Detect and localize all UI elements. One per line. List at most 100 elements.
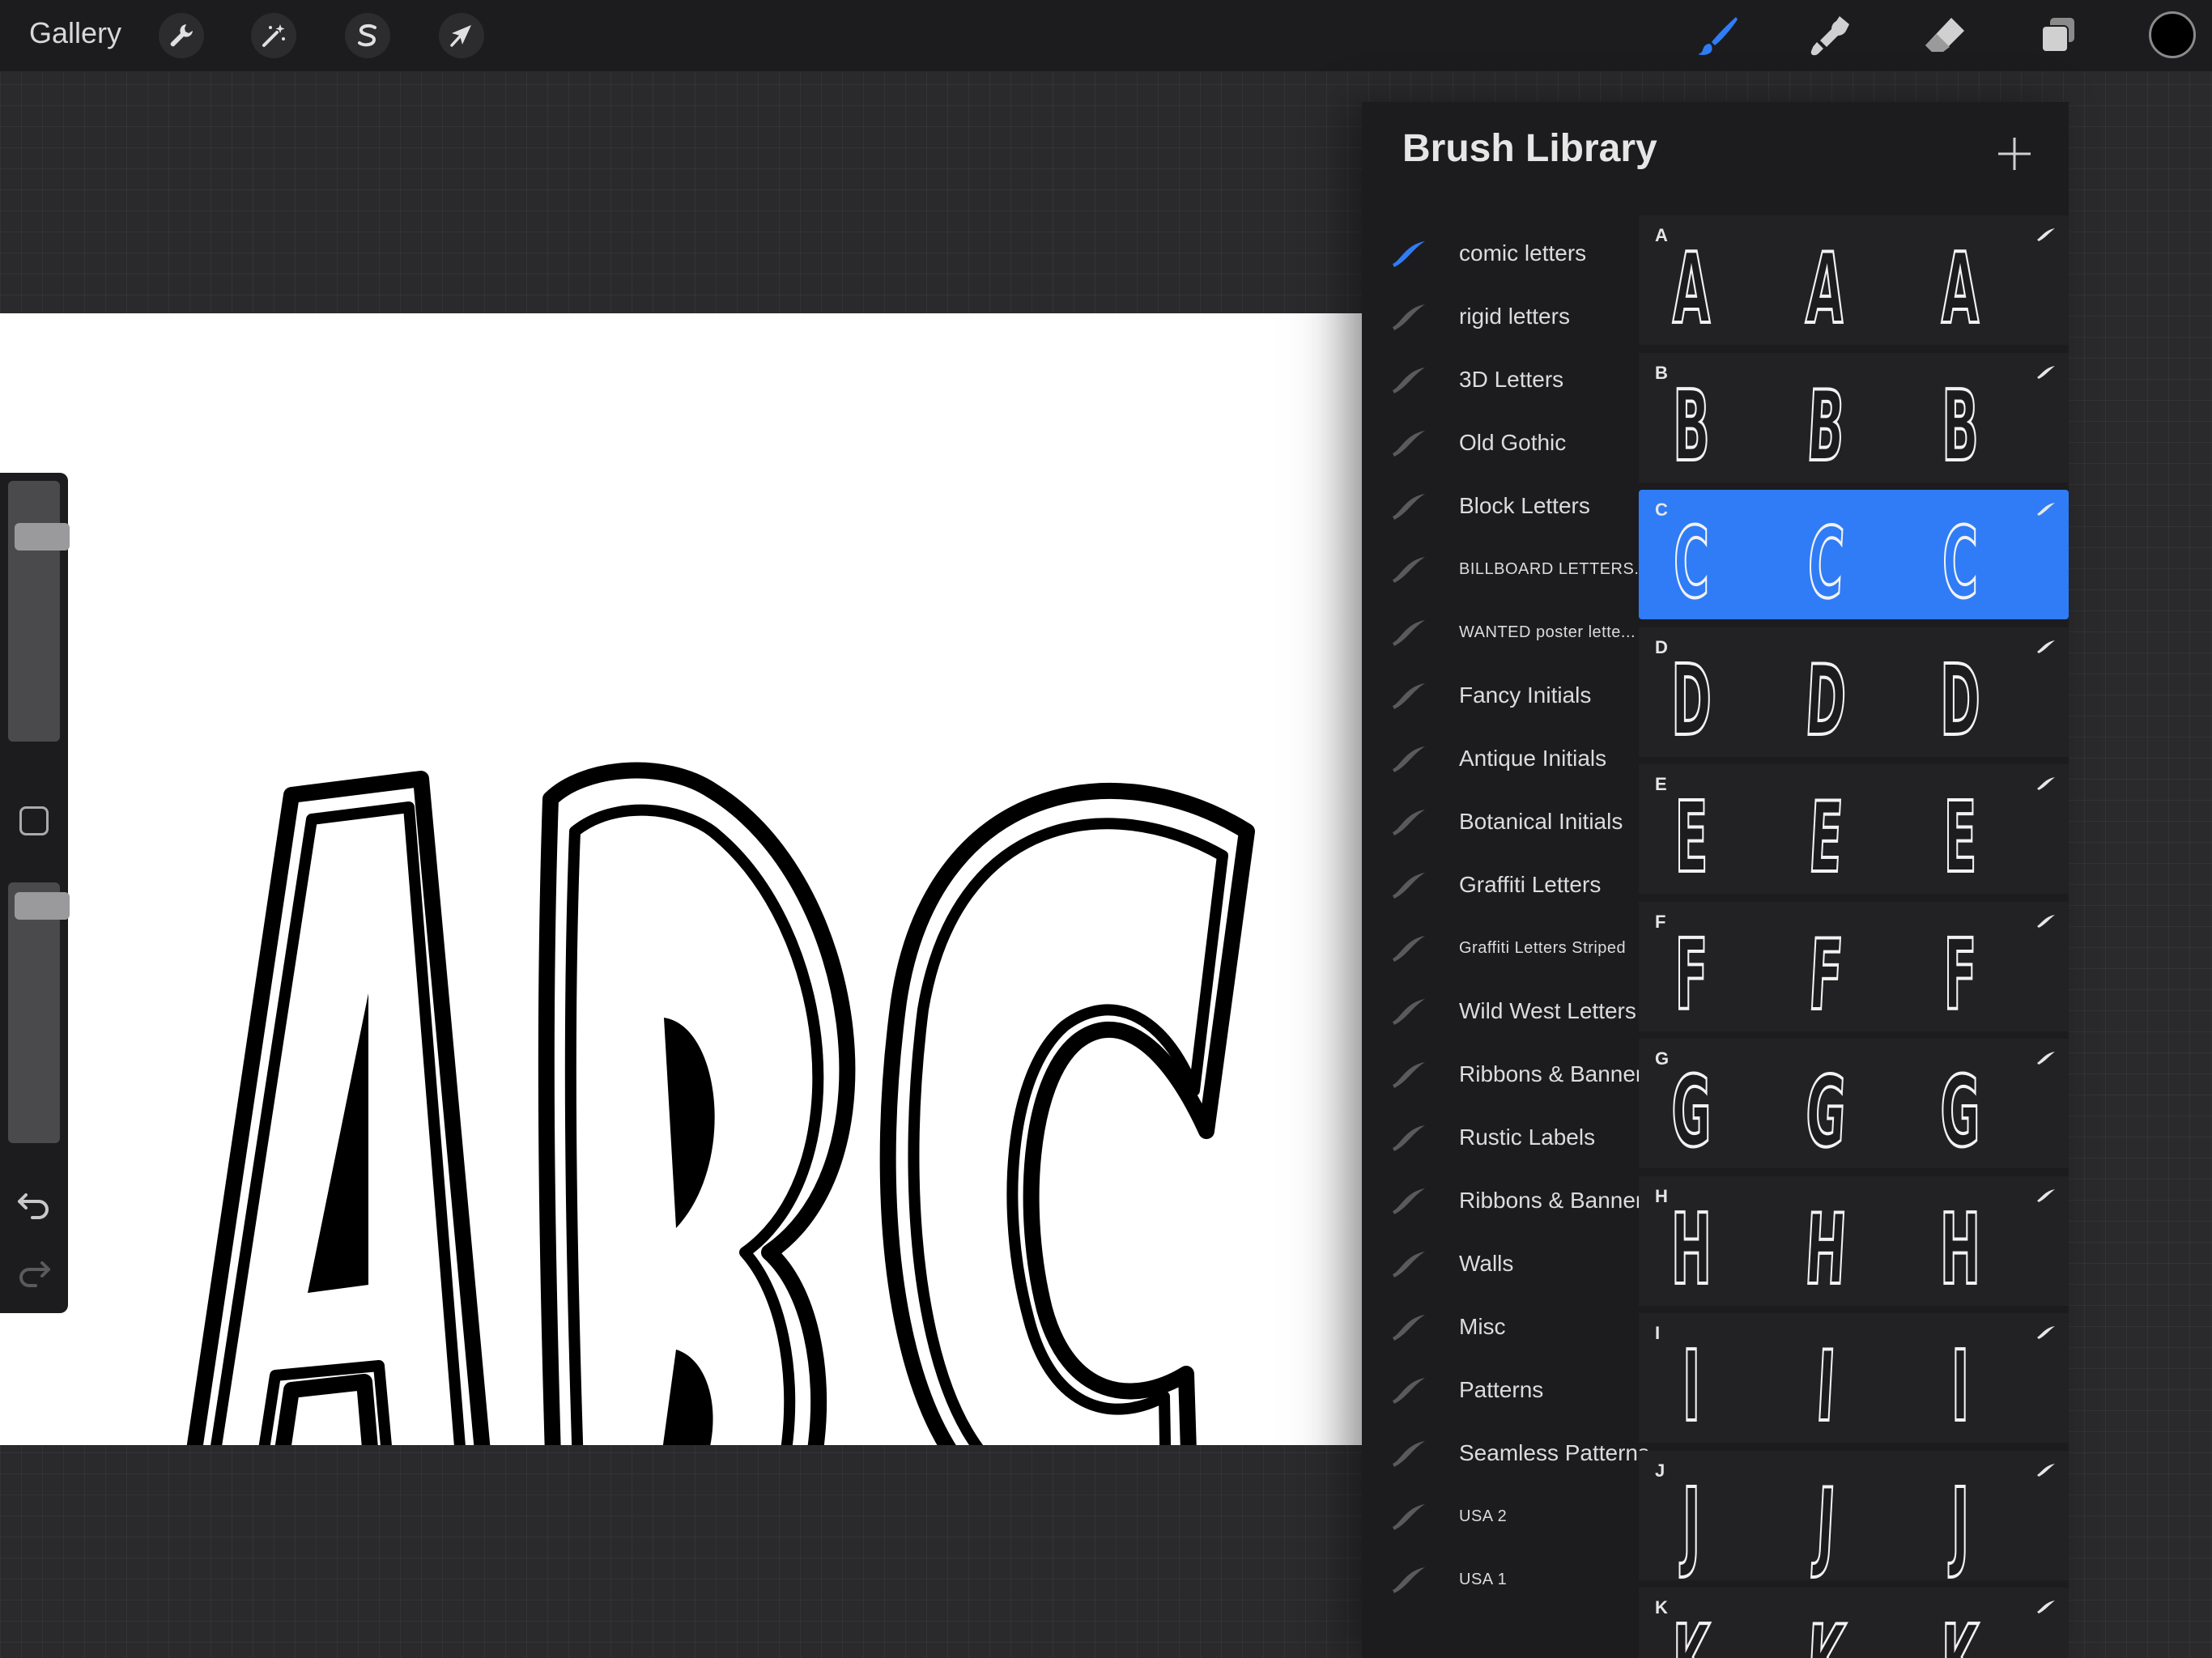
color-picker-button[interactable] xyxy=(2149,11,2196,58)
brush-stroke-icon xyxy=(1393,1062,1425,1088)
layers-icon xyxy=(2041,18,2074,53)
brush-size-slider-thumb[interactable] xyxy=(15,523,70,551)
brush-set-label: 3D Letters xyxy=(1459,367,1564,392)
brush-set-item[interactable]: Graffiti Letters xyxy=(1362,853,1637,916)
brush-preview-glyph: D xyxy=(1802,644,1850,759)
brush-name-label: F xyxy=(1655,911,1666,932)
brush-preview-glyph: K xyxy=(1938,1610,1983,1658)
brush-set-item[interactable]: Block Letters xyxy=(1362,474,1637,538)
brush-name-label: E xyxy=(1655,774,1667,794)
selection-button[interactable] xyxy=(345,13,390,58)
brush-name-label: D xyxy=(1655,636,1668,657)
brush-set-item[interactable]: WANTED poster lette... xyxy=(1362,601,1637,664)
brush-item[interactable]: I I I I xyxy=(1639,1313,2069,1444)
brush-set-item[interactable]: Patterns xyxy=(1362,1358,1637,1422)
brush-stroke-icon xyxy=(1393,873,1425,899)
brush-item[interactable]: C C C C xyxy=(1639,490,2069,621)
brush-set-label: Old Gothic xyxy=(1459,430,1567,455)
brush-stroke-icon xyxy=(2037,777,2055,790)
brush-stroke-icon xyxy=(2037,1052,2055,1065)
panel-title: Brush Library xyxy=(1402,127,1657,170)
brush-set-item[interactable]: Seamless Patterns xyxy=(1362,1422,1649,1485)
drawing-canvas[interactable] xyxy=(0,313,1376,1445)
brush-item[interactable]: E E E E xyxy=(1639,764,2069,895)
brush-stroke-icon xyxy=(2037,228,2055,241)
redo-icon[interactable] xyxy=(15,1250,53,1289)
brush-preview-glyph: I xyxy=(1950,1331,1970,1443)
undo-icon[interactable] xyxy=(15,1182,53,1221)
brush-stroke-icon xyxy=(1393,1315,1425,1341)
brush-preview-glyph: C xyxy=(1673,508,1710,620)
brush-tool-button[interactable] xyxy=(1694,11,1742,60)
brush-name-label: B xyxy=(1655,362,1668,383)
layers-button[interactable] xyxy=(2034,11,2082,60)
opacity-slider[interactable] xyxy=(8,882,70,1143)
eraser-tool-button[interactable] xyxy=(1921,11,1969,60)
brush-item[interactable]: J J J J xyxy=(1639,1450,2069,1582)
brush-name-label: J xyxy=(1655,1460,1665,1481)
brush-preview-glyph: J xyxy=(1813,1467,1839,1582)
brush-name-label: A xyxy=(1655,225,1668,245)
brush-item[interactable]: F F F F xyxy=(1639,901,2069,1033)
adjustments-button[interactable] xyxy=(159,13,204,58)
magic-wand-icon xyxy=(262,24,285,47)
brush-stroke-icon xyxy=(1393,494,1425,520)
brush-stroke-icon xyxy=(1393,368,1425,393)
brush-stroke-icon xyxy=(2037,1326,2055,1339)
brush-set-item[interactable]: Old Gothic xyxy=(1362,411,1637,474)
brush-set-item[interactable]: Misc xyxy=(1362,1295,1637,1358)
brush-preview-glyph: C xyxy=(1942,508,1979,620)
brush-sets-list: comic letters rigid letters 3D Letters O… xyxy=(1362,222,1674,1611)
wrench-icon xyxy=(170,24,193,47)
brush-item[interactable]: K K K K xyxy=(1639,1588,2069,1658)
brush-set-item[interactable]: Ribbons & Banners 2 xyxy=(1362,1043,1674,1106)
magic-adjust-button[interactable] xyxy=(251,13,296,58)
brush-set-item[interactable]: 3D Letters xyxy=(1362,348,1637,411)
brush-stroke-icon xyxy=(1393,1567,1425,1593)
brush-stroke-icon xyxy=(1393,746,1425,772)
brush-item[interactable]: D D D D xyxy=(1639,627,2069,759)
brush-item[interactable]: G G G G xyxy=(1639,1039,2069,1170)
brush-set-label: Fancy Initials xyxy=(1459,682,1592,708)
brush-set-item[interactable]: BILLBOARD LETTERS... xyxy=(1362,538,1648,601)
brush-library-panel: Brush Library comic letters rigid letter… xyxy=(1362,102,2069,1658)
opacity-slider-thumb[interactable] xyxy=(15,892,70,920)
brush-set-item[interactable]: Fancy Initials xyxy=(1362,664,1637,727)
brush-preview-glyph: B xyxy=(1803,369,1848,484)
brush-name-label: G xyxy=(1655,1048,1670,1069)
brush-set-item[interactable]: Graffiti Letters Striped xyxy=(1362,916,1637,980)
brush-stroke-icon xyxy=(1393,1504,1425,1530)
brush-set-item[interactable]: Antique Initials xyxy=(1362,727,1637,790)
brush-set-item[interactable]: rigid letters xyxy=(1362,285,1637,348)
brush-stroke-icon xyxy=(1393,1252,1425,1278)
brush-size-slider[interactable] xyxy=(8,481,70,742)
brush-set-item[interactable]: Ribbons & Banners xyxy=(1362,1169,1654,1232)
brush-set-item[interactable]: Walls xyxy=(1362,1232,1637,1295)
transform-button[interactable] xyxy=(439,13,484,58)
brush-set-label: Graffiti Letters xyxy=(1459,872,1602,897)
smudge-tool-button[interactable] xyxy=(1807,11,1856,60)
brush-stroke-icon xyxy=(2037,914,2055,928)
brush-set-label: Walls xyxy=(1459,1251,1514,1276)
add-brush-icon[interactable] xyxy=(1993,133,2035,175)
brush-stroke-icon xyxy=(2037,1601,2055,1613)
brush-set-item[interactable]: USA 2 xyxy=(1362,1485,1637,1548)
brush-stroke-icon xyxy=(1393,431,1425,457)
brush-name-label: C xyxy=(1655,500,1668,520)
brush-preview-glyph: J xyxy=(1950,1468,1970,1581)
brush-stroke-icon xyxy=(1393,1441,1425,1467)
brush-stroke-icon xyxy=(1393,1378,1425,1404)
brush-set-label: WANTED poster lette... xyxy=(1459,623,1636,641)
brush-set-item[interactable]: Rustic Labels xyxy=(1362,1106,1637,1169)
brush-set-item[interactable]: Botanical Initials xyxy=(1362,790,1637,853)
brush-preview-glyph: E xyxy=(1943,782,1978,895)
brush-set-item[interactable]: USA 1 xyxy=(1362,1548,1637,1611)
gallery-button[interactable]: Gallery xyxy=(29,16,121,50)
brush-set-item[interactable]: comic letters xyxy=(1362,222,1637,285)
brush-item[interactable]: H H H H xyxy=(1639,1175,2069,1307)
brush-item[interactable]: A A A A xyxy=(1639,215,2069,346)
brush-stroke-icon xyxy=(1393,936,1425,962)
brush-set-item[interactable]: Wild West Letters xyxy=(1362,980,1637,1043)
modify-button[interactable] xyxy=(19,806,49,835)
brush-item[interactable]: B B B B xyxy=(1639,352,2069,484)
